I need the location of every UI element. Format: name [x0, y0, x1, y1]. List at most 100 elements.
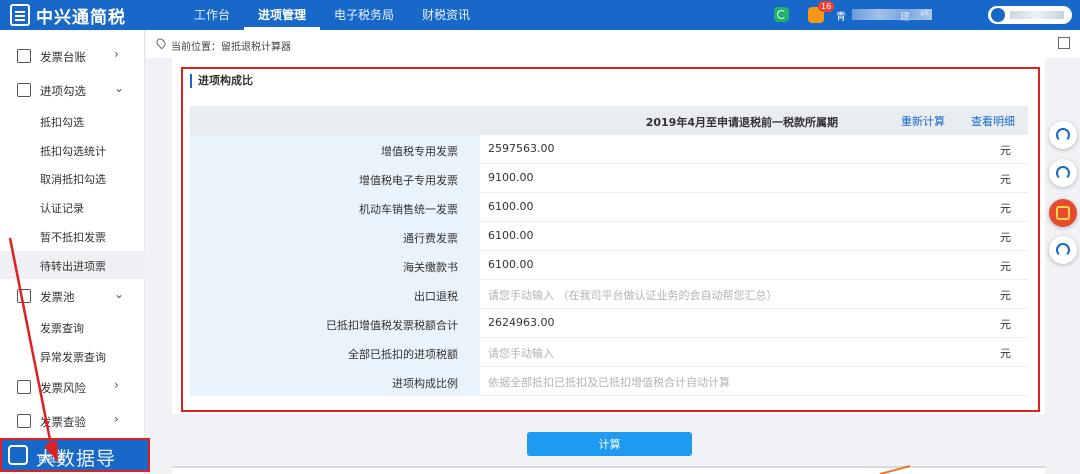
sidebar-subitem-transfer-out[interactable]: 待转出进项票 — [0, 251, 145, 279]
row-unit: 元 — [1000, 231, 1011, 244]
sidebar-item-label: 发票查验 — [40, 415, 86, 429]
chevron-right-icon: › — [114, 47, 119, 61]
sidebar-subitem-label: 取消抵扣勾选 — [40, 173, 106, 186]
table-row: 增值税专用发票 2597563.00 元 — [190, 135, 1028, 164]
row-value-input[interactable]: 依据全部抵扣已抵扣及已抵扣增值税合计自动计算 — [488, 374, 730, 390]
main-nav: 工作台 进项管理 电子税务局 财税资讯 — [180, 0, 484, 30]
table-header: 2019年4月至申请退税前一税款所属期 重新计算 查看明细 — [190, 106, 1028, 135]
row-label-cell: 海关缴款书 — [190, 251, 480, 280]
app-logo[interactable]: 中兴通简税 — [10, 3, 126, 28]
sidebar-subitem-deduct-select[interactable]: 抵扣勾选 — [0, 107, 145, 135]
row-label-cell: 出口退税 — [190, 280, 480, 309]
top-bar: 中兴通简税 工作台 进项管理 电子税务局 财税资讯 16 青 ⇌ 建... — [0, 0, 1080, 30]
row-label: 增值税电子专用发票 — [359, 174, 458, 187]
headset-icon[interactable] — [1049, 236, 1077, 264]
sidebar-item-invoice-pool[interactable]: 发票池 ⌄ — [0, 282, 145, 310]
refresh-icon[interactable] — [774, 7, 789, 22]
row-label-cell: 已抵扣增值税发票税额合计 — [190, 309, 480, 338]
table-row: 通行费发票 6100.00 元 — [190, 222, 1028, 251]
row-label-cell: 全部已抵扣的进项税额 — [190, 338, 480, 367]
row-unit: 元 — [1000, 173, 1011, 186]
sidebar-item-label: 进项勾选 — [40, 84, 86, 98]
row-label: 进项构成比例 — [392, 377, 458, 390]
sidebar-item-input-selection[interactable]: 进项勾选 ⌄ — [0, 76, 145, 104]
user-avatar-menu[interactable] — [988, 6, 1072, 24]
sidebar-subitem-deduct-stats[interactable]: 抵扣勾选统计 — [0, 136, 145, 164]
breadcrumb: 当前位置：留抵退税计算器 — [146, 30, 1080, 58]
sidebar-subitem-abnormal-query[interactable]: 异常发票查询 — [0, 342, 145, 370]
logo-text: 中兴通简税 — [36, 7, 126, 28]
sidebar-item-invoice-risk[interactable]: 发票风险 › — [0, 373, 145, 401]
row-label-cell: 通行费发票 — [190, 222, 480, 251]
row-value-input[interactable]: 6100.00 — [488, 229, 534, 242]
company-name-prefix: 青 — [836, 12, 846, 23]
switch-company-icon[interactable]: ⇌ — [920, 8, 928, 19]
gift-icon[interactable] — [1049, 199, 1077, 227]
row-label: 增值税专用发票 — [381, 145, 458, 158]
sidebar-subitem-cancel-deduct[interactable]: 取消抵扣勾选 — [0, 164, 145, 192]
breadcrumb-text: 当前位置：留抵退税计算器 — [171, 42, 291, 53]
sidebar-subitem-label: 抵扣勾选 — [40, 116, 84, 129]
sidebar: 发票台账 › 进项勾选 ⌄ 抵扣勾选 抵扣勾选统计 取消抵扣勾选 认证记录 暂不… — [0, 30, 145, 474]
table-row: 进项构成比例 依据全部抵扣已抵扣及已抵扣增值税合计自动计算 — [190, 367, 1028, 396]
row-label-cell: 进项构成比例 — [190, 367, 480, 396]
nav-item-tax-news[interactable]: 财税资讯 — [408, 0, 484, 30]
chart-icon — [17, 380, 31, 394]
chevron-right-icon: › — [114, 412, 119, 426]
nav-item-input-management[interactable]: 进项管理 — [244, 0, 321, 30]
phone-support-icon[interactable] — [1049, 121, 1077, 149]
sidebar-subitem-invoice-query[interactable]: 发票查询 — [0, 313, 145, 341]
view-detail-button[interactable]: 查看明细 — [971, 113, 1015, 129]
sidebar-subitem-label: 认证记录 — [40, 202, 84, 215]
nav-item-e-tax-bureau[interactable]: 电子税务局 — [320, 0, 408, 30]
row-value-input[interactable]: 请您手动输入 （在我司平台做认证业务的会自动帮您汇总） — [488, 287, 778, 303]
table-row: 海关缴款书 6100.00 元 — [190, 251, 1028, 280]
row-value-input[interactable]: 9100.00 — [488, 171, 534, 184]
table-row: 增值税电子专用发票 9100.00 元 — [190, 164, 1028, 193]
sidebar-item-label: 发票台账 — [40, 50, 86, 64]
divider — [172, 466, 1045, 468]
row-label: 已抵扣增值税发票税额合计 — [326, 319, 458, 332]
row-value-input[interactable]: 2624963.00 — [488, 316, 554, 329]
chevron-right-icon: › — [114, 378, 119, 392]
sidebar-item-invoice-verify[interactable]: 发票查验 › — [0, 407, 145, 435]
sidebar-subitem-label: 待转出进项票 — [40, 260, 106, 273]
notification-count-badge: 16 — [818, 1, 835, 12]
row-unit: 元 — [1000, 144, 1011, 157]
customer-service-icon[interactable] — [1049, 159, 1077, 187]
search-doc-icon — [17, 414, 31, 428]
row-label: 机动车销售统一发票 — [359, 203, 458, 216]
sidebar-item-label: 发票池 — [40, 290, 75, 304]
edit-icon — [17, 49, 31, 63]
row-value-input[interactable]: 6100.00 — [488, 200, 534, 213]
sidebar-subitem-label: 抵扣勾选统计 — [40, 145, 106, 158]
sidebar-item-label: 发票风险 — [40, 381, 86, 395]
table-row: 全部已抵扣的进项税额 请您手动输入 元 — [190, 338, 1028, 367]
row-unit: 元 — [1000, 347, 1011, 360]
row-value-input[interactable]: 请您手动输入 — [488, 345, 554, 361]
sidebar-subitem-pending-deduct[interactable]: 暂不抵扣发票 — [0, 222, 145, 250]
row-value-input[interactable]: 2597563.00 — [488, 142, 554, 155]
row-value-input[interactable]: 6100.00 — [488, 258, 534, 271]
sidebar-subitem-cert-records[interactable]: 认证记录 — [0, 193, 145, 221]
calculate-button[interactable]: 计算 — [527, 432, 692, 456]
row-label: 全部已抵扣的进项税额 — [348, 348, 458, 361]
sidebar-item-invoice-ledger[interactable]: 发票台账 › — [0, 42, 145, 70]
table-row: 已抵扣增值税发票税额合计 2624963.00 元 — [190, 309, 1028, 338]
row-unit: 元 — [1000, 289, 1011, 302]
grid-icon — [17, 289, 31, 303]
row-label: 出口退税 — [414, 290, 458, 303]
recalculate-button[interactable]: 重新计算 — [901, 113, 945, 129]
row-unit: 元 — [1000, 318, 1011, 331]
period-header: 2019年4月至申请退税前一税款所属期 — [645, 116, 838, 129]
row-label-cell: 增值税电子专用发票 — [190, 164, 480, 193]
sidebar-item-tax-refund-promo[interactable]: 大数据导 留抵退 — [0, 438, 150, 472]
row-label: 通行费发票 — [403, 232, 458, 245]
nav-item-workbench[interactable]: 工作台 — [180, 0, 244, 30]
section-title: 进项构成比 — [190, 74, 253, 88]
promo-small-label: 留抵退 — [38, 455, 66, 465]
chevron-down-icon: ⌄ — [114, 287, 125, 301]
fullscreen-icon[interactable] — [1058, 37, 1070, 49]
row-label-cell: 机动车销售统一发票 — [190, 193, 480, 222]
checkbox-icon — [17, 83, 31, 97]
